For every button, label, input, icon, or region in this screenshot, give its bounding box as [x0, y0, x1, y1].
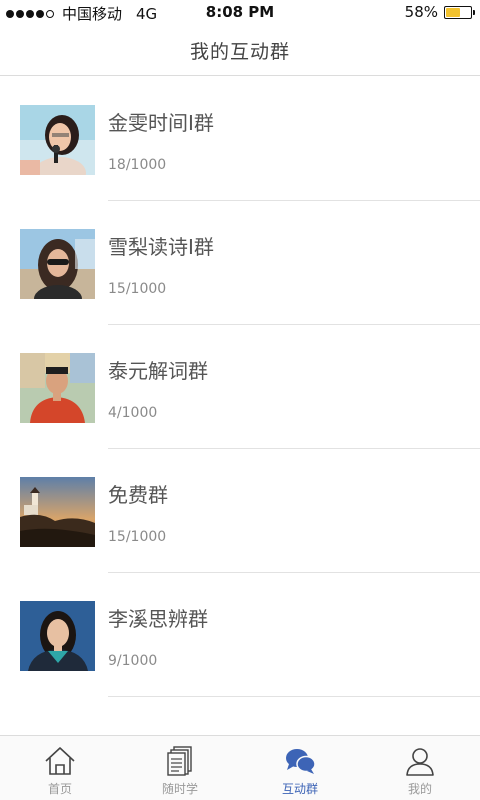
group-name: 泰元解词群 [108, 359, 208, 383]
group-avatar [20, 353, 95, 423]
woman-speaking-photo [20, 105, 95, 175]
group-avatar [20, 477, 95, 547]
lighthouse-photo [20, 477, 95, 547]
tab-groups[interactable]: 互动群 [240, 736, 360, 800]
status-bar: 中国移动 4G 8:08 PM 58% [0, 0, 480, 26]
woman-sunglasses-photo [20, 229, 95, 299]
tab-study[interactable]: 随时学 [120, 736, 240, 800]
divider [108, 696, 480, 697]
member-count: 15/1000 [108, 281, 167, 297]
group-name: 金雯时间I群 [108, 111, 214, 135]
tab-label: 随时学 [161, 782, 198, 796]
group-item[interactable]: 金雯时间I群 18/1000 [0, 77, 480, 201]
group-item[interactable]: 免费群 15/1000 [0, 449, 480, 573]
member-count: 9/1000 [108, 653, 158, 669]
battery-percent: 58% [404, 3, 438, 21]
house-icon [45, 747, 75, 775]
group-item[interactable]: 雪梨读诗I群 15/1000 [0, 201, 480, 325]
pages-icon [167, 746, 192, 776]
tab-label: 我的 [407, 782, 432, 796]
group-list: 金雯时间I群 18/1000 雪梨读诗I群 15/1000 泰元解词群 4/10… [0, 77, 480, 697]
battery-icon [444, 5, 475, 19]
member-count: 15/1000 [108, 529, 167, 545]
group-name: 雪梨读诗I群 [108, 235, 214, 259]
group-name: 李溪思辨群 [108, 607, 208, 631]
nav-bar: 我的互动群 [0, 26, 480, 76]
tab-home[interactable]: 首页 [0, 736, 120, 800]
group-avatar [20, 601, 95, 671]
tab-bar: 首页 随时学 互动群 我的 [0, 735, 480, 800]
page-title: 我的互动群 [189, 41, 290, 63]
tab-profile[interactable]: 我的 [360, 736, 480, 800]
battery-level [446, 7, 460, 17]
chat-bubbles-icon [286, 749, 316, 774]
member-count: 18/1000 [108, 157, 167, 173]
woman-portrait-photo [20, 601, 95, 671]
person-icon [406, 748, 434, 776]
man-map-photo [20, 353, 95, 423]
group-avatar [20, 105, 95, 175]
tab-label: 首页 [47, 782, 72, 796]
group-avatar [20, 229, 95, 299]
group-item[interactable]: 泰元解词群 4/1000 [0, 325, 480, 449]
tab-label: 互动群 [281, 782, 318, 796]
group-name: 免费群 [108, 483, 168, 507]
member-count: 4/1000 [108, 405, 158, 421]
group-item[interactable]: 李溪思辨群 9/1000 [0, 573, 480, 697]
status-right: 58% [404, 3, 475, 21]
